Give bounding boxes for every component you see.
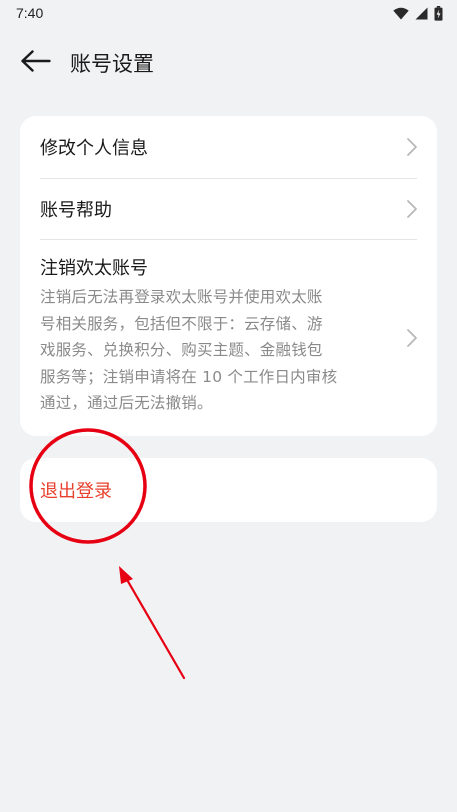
description-line: 注销后无法再登录欢太账号并使用欢太账: [40, 288, 323, 306]
account-settings-page: 7:40 账号设置 修改个人信息 账号帮助 注销欢太账号 注销后无法再登录欢太账…: [0, 0, 457, 812]
description-line: 戏服务、兑换积分、购买主题、金融钱包: [40, 341, 323, 359]
chevron-right-icon: [405, 199, 419, 219]
description-line: 号相关服务，包括但不限于：云存储、游: [40, 314, 323, 333]
account-help-label: 账号帮助: [40, 200, 112, 221]
app-header: 账号设置: [0, 40, 457, 86]
battery-icon: [434, 5, 443, 21]
wifi-icon: [393, 7, 409, 20]
status-time: 7:40: [16, 5, 44, 21]
red-arrow-shaft: [124, 576, 186, 680]
back-button[interactable]: [16, 43, 56, 83]
description-line: 通过，通过后无法撤销。: [40, 394, 213, 412]
status-icons: [393, 5, 443, 21]
edit-profile-label: 修改个人信息: [40, 138, 148, 159]
logout-button[interactable]: 退出登录: [40, 477, 112, 503]
arrow-left-icon: [21, 50, 51, 76]
delete-account-label: 注销欢太账号: [40, 258, 148, 279]
edit-profile-item[interactable]: 修改个人信息: [40, 116, 417, 178]
settings-card: 修改个人信息 账号帮助 注销欢太账号 注销后无法再登录欢太账号并使用欢太账 号相…: [20, 116, 437, 436]
status-bar: 7:40: [0, 0, 457, 26]
red-arrow-head: [119, 566, 133, 584]
delete-account-text: 注销欢太账号 注销后无法再登录欢太账号并使用欢太账 号相关服务，包括但不限于：云…: [40, 254, 380, 417]
description-line: 服务等；注销申请将在 10 个工作日内审核: [40, 367, 338, 386]
account-help-item[interactable]: 账号帮助: [40, 178, 417, 239]
page-title: 账号设置: [70, 52, 154, 76]
logout-card: 退出登录: [20, 458, 437, 522]
delete-account-description: 注销后无法再登录欢太账号并使用欢太账 号相关服务，包括但不限于：云存储、游 戏服…: [40, 284, 380, 417]
chevron-right-icon: [405, 328, 419, 348]
signal-icon: [415, 7, 428, 20]
delete-account-item[interactable]: 注销欢太账号 注销后无法再登录欢太账号并使用欢太账 号相关服务，包括但不限于：云…: [40, 239, 417, 435]
chevron-right-icon: [405, 137, 419, 157]
